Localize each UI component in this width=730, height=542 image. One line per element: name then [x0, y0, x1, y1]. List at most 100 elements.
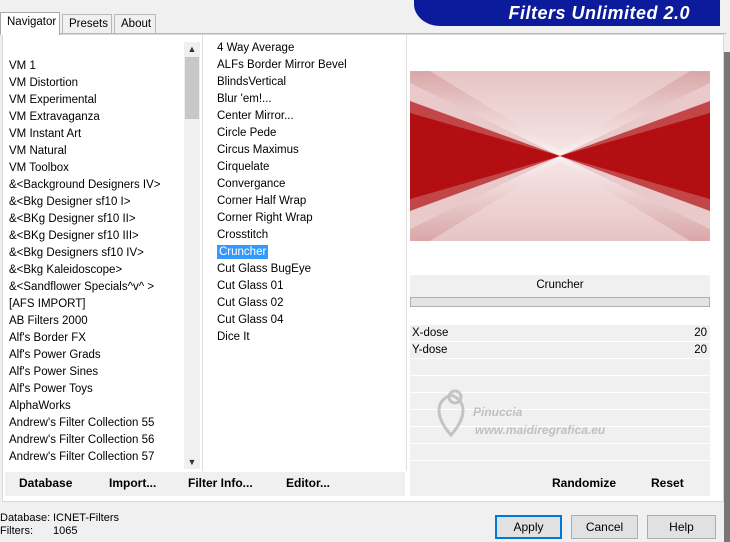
category-item[interactable]: Andrew's Filter Collection 57: [7, 449, 185, 466]
navigator-button-bar: Database Import... Filter Info... Editor…: [5, 472, 405, 496]
filter-item-label: Crosstitch: [217, 229, 269, 241]
filter-item[interactable]: Cut Glass 02: [215, 295, 403, 312]
filter-item[interactable]: Circus Maximus: [215, 142, 403, 159]
scroll-down-icon[interactable]: ▼: [184, 455, 200, 469]
filter-item[interactable]: 4 Way Average: [215, 40, 403, 57]
filter-item[interactable]: Blur 'em!...: [215, 91, 403, 108]
category-item[interactable]: [AFS IMPORT]: [7, 296, 185, 313]
filter-item-label: Corner Right Wrap: [217, 212, 313, 224]
banner-title: Filters Unlimited 2.0: [508, 3, 690, 23]
category-item[interactable]: VM Distortion: [7, 75, 185, 92]
list-divider: [406, 35, 407, 471]
category-item[interactable]: AB Filters 2000: [7, 313, 185, 330]
filter-item-label: Circle Pede: [217, 127, 277, 139]
database-button[interactable]: Database: [19, 476, 72, 490]
category-item[interactable]: VM 1: [7, 58, 185, 75]
editor-button[interactable]: Editor...: [286, 476, 330, 490]
product-banner: Filters Unlimited 2.0: [414, 0, 720, 26]
filter-item[interactable]: Cirquelate: [215, 159, 403, 176]
cancel-button[interactable]: Cancel: [571, 515, 638, 539]
status-database: Database: ICNET-Filters: [0, 512, 119, 525]
reset-button[interactable]: Reset: [651, 476, 684, 490]
filter-item-label: Cut Glass 02: [217, 297, 284, 309]
preview-image: [410, 71, 710, 241]
watermark-url: www.maidiregrafica.eu: [475, 423, 606, 437]
filter-item-label: Circus Maximus: [217, 144, 299, 156]
status-filters-label: Filters:: [0, 525, 33, 537]
filter-item-label: Cirquelate: [217, 161, 270, 173]
list-divider: [202, 35, 203, 471]
category-item[interactable]: VM Natural: [7, 143, 185, 160]
filter-item[interactable]: Circle Pede: [215, 125, 403, 142]
tab-navigator[interactable]: Navigator: [0, 12, 60, 35]
watermark-icon: [437, 389, 465, 437]
filter-item-label: BlindsVertical: [217, 76, 287, 88]
filter-item[interactable]: Cut Glass 01: [215, 278, 403, 295]
category-item[interactable]: &<Bkg Designer sf10 I>: [7, 194, 185, 211]
import-button[interactable]: Import...: [109, 476, 156, 490]
category-item[interactable]: &<Bkg Kaleidoscope>: [7, 262, 185, 279]
tab-presets[interactable]: Presets: [62, 14, 112, 34]
scroll-thumb[interactable]: [185, 57, 199, 119]
filter-item-label: Cut Glass BugEye: [217, 263, 311, 275]
category-list[interactable]: VM 1 VM Distortion VM Experimental VM Extra…: [7, 40, 185, 470]
category-item[interactable]: VM Instant Art: [7, 126, 185, 143]
filter-item[interactable]: Cut Glass BugEye: [215, 261, 403, 278]
category-item[interactable]: Andrew's Filter Collection 56: [7, 432, 185, 449]
category-scrollbar[interactable]: ▲ ▼: [184, 42, 200, 469]
category-item[interactable]: &<BKg Designer sf10 II>: [7, 211, 185, 228]
filter-item-label: Blur 'em!...: [217, 93, 272, 105]
tab-label: Presets: [69, 18, 108, 30]
param-label: Y-dose: [412, 344, 448, 356]
category-item[interactable]: &<Bkg Designers sf10 IV>: [7, 245, 185, 262]
watermark: Pinuccia www.maidiregrafica.eu: [423, 385, 643, 445]
filter-preview: [410, 71, 710, 241]
category-item[interactable]: &<Sandflower Specials^v^ >: [7, 279, 185, 296]
tab-label: About: [121, 18, 152, 30]
param-value: 20: [694, 344, 707, 356]
filter-info-button[interactable]: Filter Info...: [188, 476, 253, 490]
filter-item-label: 4 Way Average: [217, 42, 295, 54]
category-item[interactable]: AlphaWorks: [7, 398, 185, 415]
parameter-button-bar: Randomize Reset: [410, 472, 710, 496]
filter-item[interactable]: Cut Glass 04: [215, 312, 403, 329]
category-item[interactable]: VM Experimental: [7, 92, 185, 109]
navigator-panel: VM 1 VM Distortion VM Experimental VM Extra…: [2, 34, 724, 502]
category-item[interactable]: &<Background Designers IV>: [7, 177, 185, 194]
filter-item[interactable]: Dice It: [215, 329, 403, 346]
category-item[interactable]: Alf's Power Sines: [7, 364, 185, 381]
category-item[interactable]: VM Extravaganza: [7, 109, 185, 126]
selected-filter-name: Cruncher: [410, 275, 710, 297]
filter-item[interactable]: Corner Half Wrap: [215, 193, 403, 210]
status-database-value: ICNET-Filters: [53, 512, 119, 524]
apply-button[interactable]: Apply: [495, 515, 562, 539]
filter-item[interactable]: Corner Right Wrap: [215, 210, 403, 227]
filter-item[interactable]: Convergance: [215, 176, 403, 193]
filter-item[interactable]: Crosstitch: [215, 227, 403, 244]
status-database-label: Database:: [0, 512, 51, 524]
filter-progress-bar: [410, 297, 710, 307]
status-info: Database: ICNET-Filters Filters: 1065: [0, 512, 119, 538]
category-item[interactable]: VM Toolbox: [7, 160, 185, 177]
filter-item[interactable]: Center Mirror...: [215, 108, 403, 125]
category-item[interactable]: Alf's Border FX: [7, 330, 185, 347]
tab-about[interactable]: About: [114, 14, 156, 34]
param-empty-row: [410, 359, 710, 376]
category-item[interactable]: Alf's Power Grads: [7, 347, 185, 364]
filter-item[interactable]: Cruncher: [215, 244, 403, 261]
category-item[interactable]: &<BKg Designer sf10 III>: [7, 228, 185, 245]
help-button[interactable]: Help: [647, 515, 716, 539]
scroll-up-icon[interactable]: ▲: [184, 42, 200, 56]
filter-item-label: Dice It: [217, 331, 250, 343]
param-y-dose[interactable]: Y-dose 20: [410, 342, 710, 359]
param-x-dose[interactable]: X-dose 20: [410, 325, 710, 342]
randomize-button[interactable]: Randomize: [552, 476, 616, 490]
filter-list[interactable]: 4 Way Average ALFs Border Mirror Bevel Bli…: [215, 40, 403, 470]
filter-item-label: Corner Half Wrap: [217, 195, 307, 207]
filter-item-label: Convergance: [217, 178, 286, 190]
category-item[interactable]: Alf's Power Toys: [7, 381, 185, 398]
category-item[interactable]: Andrew's Filter Collection 55: [7, 415, 185, 432]
filter-item[interactable]: ALFs Border Mirror Bevel: [215, 57, 403, 74]
filter-item-label: Cruncher: [217, 245, 269, 259]
filter-item[interactable]: BlindsVertical: [215, 74, 403, 91]
